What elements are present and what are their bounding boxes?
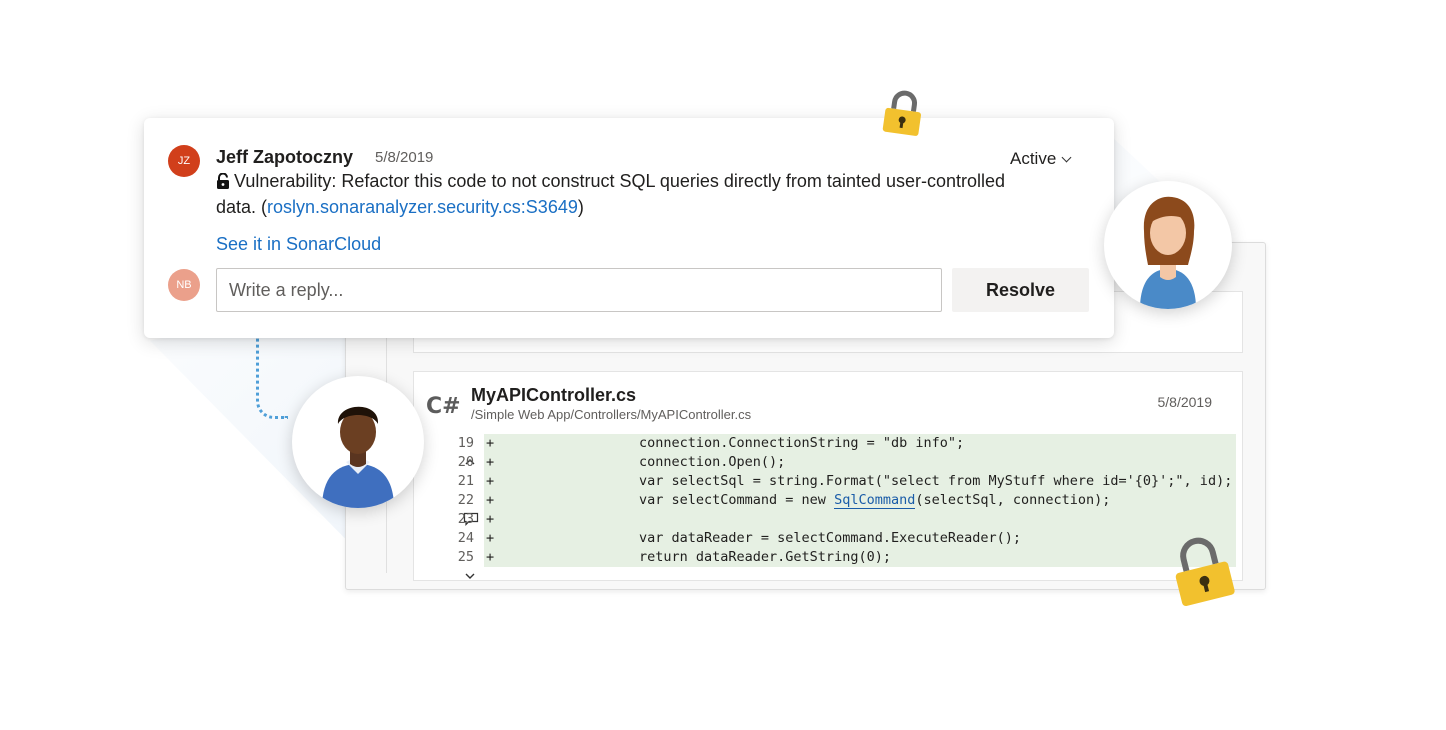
diff-sign: + [486,530,495,546]
code-text: connection.ConnectionString = "db info"; [639,435,965,451]
comment-date: 5/8/2019 [375,149,434,166]
comment-author: Jeff Zapotoczny [216,147,354,167]
line-number: 25 [457,549,474,565]
see-in-sonarcloud-link[interactable]: See it in SonarCloud [216,234,381,255]
sqlcommand-link[interactable]: SqlCommand [834,492,916,509]
line-number: 21 [457,473,474,489]
line-number: 19 [457,435,474,451]
code-text: var selectSql = string.Format("select fr… [639,473,1233,489]
diff-sign: + [486,492,495,508]
code-line: 24 + var dataReader = selectCommand.Exec… [414,529,1242,548]
status-label: Active [1010,149,1057,168]
status-dropdown[interactable]: Active [1010,149,1072,169]
padlock-icon [1167,535,1239,612]
diff-sign: + [486,435,495,451]
comment-thread-card: JZ Jeff Zapotoczny 5/8/2019 Active Vulne… [144,118,1114,338]
code-text-after: (selectSql, connection); [915,492,1111,508]
padlock-icon [880,90,926,143]
csharp-language-icon: C# [426,394,461,419]
diff-sign: + [486,473,495,489]
line-number: 20 [457,454,474,470]
file-name[interactable]: MyAPIController.cs [471,385,636,406]
dotted-connector [256,327,288,419]
chevron-down-icon [1061,152,1072,162]
woman-avatar [1104,181,1232,309]
comment-message: Vulnerability: Refactor this code to not… [216,169,1016,219]
code-text: return dataReader.GetString(0); [639,549,891,565]
resolve-button[interactable]: Resolve [952,268,1089,312]
diff-sign: + [486,454,495,470]
file-diff-card: C# MyAPIController.cs /Simple Web App/Co… [413,371,1243,581]
code-text-before: var selectCommand = new [639,492,835,508]
diff-sign: + [486,511,495,527]
avatar: JZ [168,145,200,177]
lock-open-icon [216,171,230,195]
code-diff: 19 + connection.ConnectionString = "db i… [414,434,1242,579]
avatar: NB [168,269,200,301]
line-number: 23 [457,511,474,527]
rule-link[interactable]: roslyn.sonaranalyzer.security.cs:S3649 [267,197,578,217]
reply-input[interactable] [216,268,942,312]
code-line: 20 + connection.Open(); [414,453,1242,472]
file-path: /Simple Web App/Controllers/MyAPIControl… [471,407,752,422]
code-line: 23 + [414,510,1242,529]
line-number: 24 [457,530,474,546]
code-line: 22 + var selectCommand = new SqlCommand(… [414,491,1242,526]
code-line: 19 + connection.ConnectionString = "db i… [414,434,1242,465]
chevron-down-icon[interactable] [430,548,475,580]
line-number: 22 [457,492,474,508]
diff-sign: + [486,549,495,565]
message-suffix: ) [577,197,584,217]
code-line: 21 + var selectSql = string.Format("sele… [414,472,1242,491]
code-text: var dataReader = selectCommand.ExecuteRe… [639,530,1022,546]
code-line: 25 + return dataReader.GetString(0); [414,548,1242,579]
file-date: 5/8/2019 [1157,394,1213,410]
code-text: connection.Open(); [639,454,786,470]
man-avatar [292,376,424,508]
code-text: var selectCommand = new SqlCommand(selec… [639,491,1236,510]
